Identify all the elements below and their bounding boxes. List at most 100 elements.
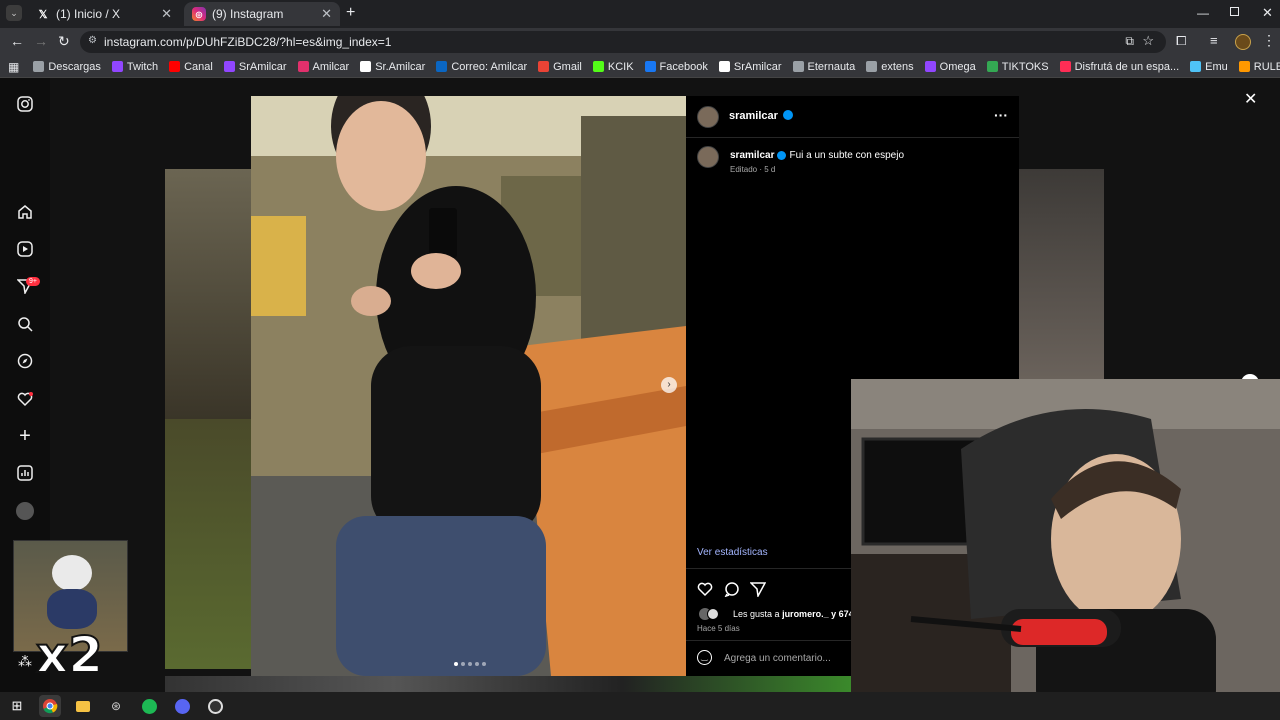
extensions-icon[interactable]: ⧠: [1176, 33, 1186, 49]
close-tab-icon[interactable]: ✕: [321, 6, 332, 22]
site-info-icon[interactable]: ⚙: [88, 35, 97, 46]
new-tab-button[interactable]: +: [346, 4, 355, 22]
bookmark-item[interactable]: Sr.Amilcar: [360, 61, 425, 73]
file-explorer-icon[interactable]: [72, 695, 94, 717]
grid-thumbnail[interactable]: [165, 676, 852, 692]
likes-user[interactable]: juromero._: [782, 609, 829, 619]
edited-label: Editado · 5 d: [730, 165, 776, 174]
bookmark-item[interactable]: Omega: [924, 61, 976, 73]
forward-icon[interactable]: →: [34, 33, 48, 49]
bookmark-item[interactable]: Canal: [169, 61, 213, 73]
bookmark-item[interactable]: KCIK: [592, 61, 634, 73]
bookmark-label: TIKTOKS: [1001, 60, 1049, 73]
windows-start-icon[interactable]: ⊞: [6, 695, 28, 717]
dashboard-icon[interactable]: [16, 464, 34, 482]
x-logo-icon: 𝕏: [38, 8, 48, 21]
app-icon[interactable]: ⊛: [105, 695, 127, 717]
bookmark-item[interactable]: TIKTOKS: [986, 60, 1049, 73]
bookmark-label: extens: [881, 60, 914, 73]
post-photo[interactable]: ›: [251, 96, 686, 676]
chrome-icon[interactable]: [39, 695, 61, 717]
share-icon[interactable]: [749, 581, 767, 602]
instagram-page: 9+ + ⁂ x2 › sramilcar ··· sramilcar Fui …: [0, 78, 1280, 720]
bookmark-item[interactable]: Facebook: [644, 61, 708, 73]
bookmark-item[interactable]: Gmail: [538, 61, 582, 73]
media-control-icon[interactable]: ≡: [1210, 33, 1218, 48]
back-icon[interactable]: ←: [10, 33, 24, 49]
bookmark-favicon-icon: [924, 61, 936, 72]
instagram-logo-icon[interactable]: [16, 95, 34, 113]
spotify-icon[interactable]: [138, 695, 160, 717]
close-tab-icon[interactable]: ✕: [161, 6, 172, 22]
webcam-overlay: [851, 379, 1280, 720]
bookmark-list: Descargas Twitch Canal SrAmilcar Amilcar Sr.A…: [33, 61, 1280, 73]
bookmark-item[interactable]: RULETA: [1238, 61, 1280, 73]
close-modal-button[interactable]: ✕: [1244, 89, 1257, 109]
bookmark-item[interactable]: extens: [866, 60, 914, 73]
view-insights-link[interactable]: Ver estadísticas: [697, 547, 768, 558]
next-photo-button[interactable]: ›: [661, 377, 677, 393]
bookmark-label: Eternauta: [807, 60, 856, 73]
bookmark-item[interactable]: Eternauta: [792, 60, 856, 73]
bookmark-item[interactable]: Descargas: [33, 61, 101, 73]
comment-icon[interactable]: [724, 581, 740, 602]
more-menu-icon[interactable]: ⁂: [16, 652, 34, 670]
bookmark-favicon-icon: [644, 61, 656, 72]
bookmark-label: Amilcar: [312, 60, 350, 73]
grid-thumbnail[interactable]: [165, 419, 251, 669]
author-avatar[interactable]: [697, 106, 719, 128]
author-username[interactable]: sramilcar: [729, 110, 778, 122]
reload-icon[interactable]: ↻: [58, 33, 70, 50]
bookmark-item[interactable]: Disfrutá de un espa...: [1059, 61, 1179, 73]
more-options-button[interactable]: ···: [994, 107, 1008, 123]
search-icon[interactable]: [16, 315, 34, 333]
instagram-icon: ◎: [192, 7, 206, 21]
bookmark-item[interactable]: Correo: Amilcar: [436, 61, 527, 73]
bookmark-item[interactable]: Emu: [1190, 61, 1228, 73]
bookmark-item[interactable]: SrAmilcar: [223, 61, 287, 73]
create-plus-icon[interactable]: +: [16, 425, 34, 447]
dog-body: [47, 589, 97, 629]
carousel-dot: [454, 662, 458, 666]
bookmarks-bar: ▦ Descargas Twitch Canal SrAmilcar Amilcar Sr…: [0, 56, 1280, 78]
menu-kebab-icon[interactable]: ⋮: [1262, 32, 1276, 49]
close-window-icon[interactable]: ✕: [1262, 5, 1273, 21]
reels-icon[interactable]: [16, 240, 34, 258]
bookmark-item[interactable]: SrAmilcar: [718, 60, 782, 73]
likes-summary[interactable]: Les gusta a juromero._ y 674: [733, 609, 854, 619]
profile-avatar-icon[interactable]: [16, 502, 34, 520]
grid-thumbnail[interactable]: [165, 169, 251, 419]
minimize-icon[interactable]: —: [1197, 6, 1209, 20]
bookmark-item[interactable]: Amilcar: [297, 60, 350, 73]
bookmark-star-icon[interactable]: ☆: [1142, 33, 1154, 49]
x2-badge: x2: [35, 625, 104, 685]
liker-avatar: [707, 608, 719, 620]
install-app-icon[interactable]: ⧉: [1125, 34, 1134, 49]
tab-instagram[interactable]: ◎ (9) Instagram ✕: [184, 2, 340, 26]
profile-avatar[interactable]: [1235, 34, 1251, 50]
caption-avatar[interactable]: [697, 146, 719, 168]
browser-tab-strip: ⌄ 𝕏 (1) Inicio / X ✕ ◎ (9) Instagram ✕ +…: [0, 0, 1280, 28]
caption-username[interactable]: sramilcar: [730, 150, 774, 161]
like-heart-icon[interactable]: [697, 581, 713, 602]
address-bar[interactable]: ⚙ instagram.com/p/DUhFZiBDC28/?hl=es&img…: [80, 31, 1166, 53]
explore-icon[interactable]: [16, 352, 34, 370]
emoji-icon[interactable]: ‿: [697, 650, 712, 665]
bookmark-item[interactable]: Twitch: [111, 61, 158, 73]
notifications-heart-icon[interactable]: [16, 390, 34, 408]
discord-icon[interactable]: [171, 695, 193, 717]
apps-grid-icon[interactable]: ▦: [8, 60, 19, 74]
home-icon[interactable]: [16, 203, 34, 221]
tab-search-button[interactable]: ⌄: [6, 5, 22, 21]
carousel-dots: [454, 662, 486, 666]
restore-icon[interactable]: [1230, 7, 1239, 16]
bookmark-favicon-icon: [1190, 61, 1202, 72]
tab-x[interactable]: 𝕏 (1) Inicio / X ✕: [28, 2, 180, 26]
comment-input[interactable]: Agrega un comentario...: [724, 653, 831, 664]
bookmark-favicon-icon: [1059, 61, 1071, 72]
bookmark-favicon-icon: [538, 61, 550, 72]
grid-thumbnail[interactable]: [1019, 169, 1104, 379]
bookmark-favicon-icon: [718, 61, 730, 72]
obs-icon[interactable]: [204, 695, 226, 717]
bookmark-label: SrAmilcar: [733, 60, 782, 73]
